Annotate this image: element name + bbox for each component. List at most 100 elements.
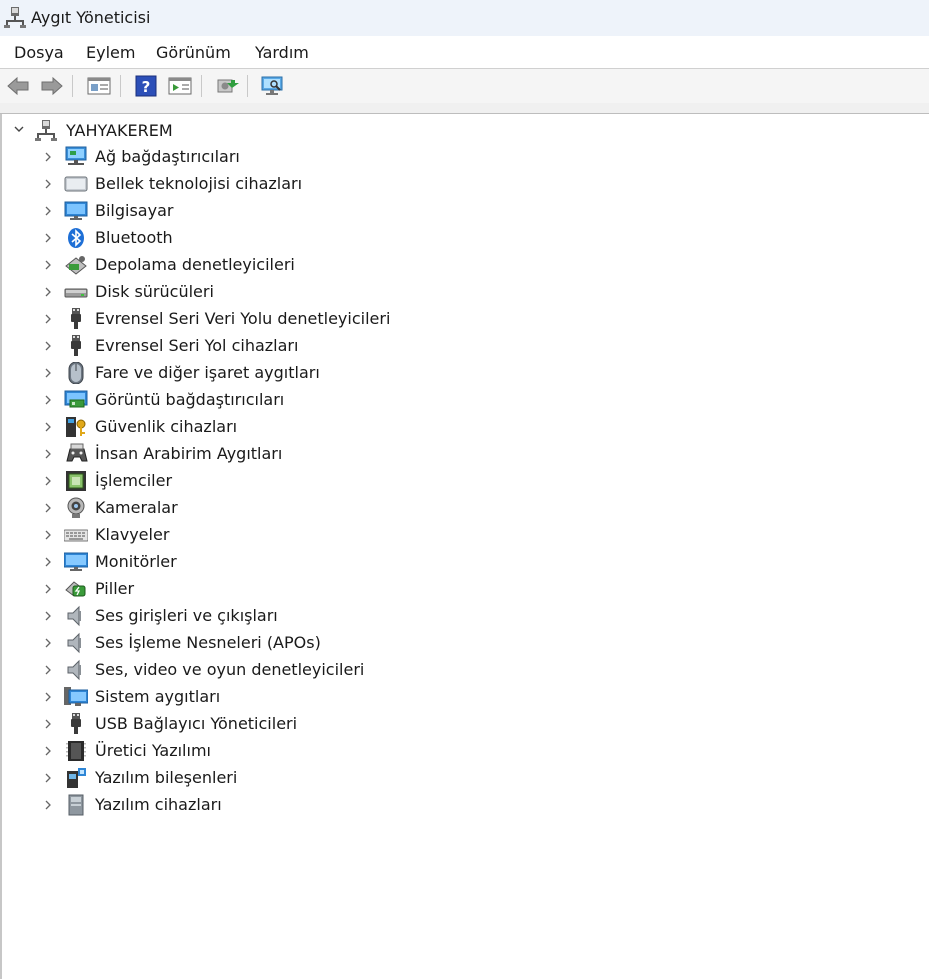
network-adapter-icon bbox=[64, 146, 88, 168]
tree-item[interactable]: Ağ bağdaştırıcıları bbox=[2, 146, 602, 168]
chevron-right-icon[interactable] bbox=[42, 663, 54, 677]
hid-icon bbox=[64, 443, 88, 465]
tree-item-label: Monitörler bbox=[95, 552, 177, 571]
tree-item[interactable]: İnsan Arabirim Aygıtları bbox=[2, 443, 602, 465]
toolbar-separator bbox=[120, 75, 121, 97]
tree-item[interactable]: Kameralar bbox=[2, 497, 602, 519]
tree-item[interactable]: Bellek teknolojisi cihazları bbox=[2, 173, 602, 195]
chevron-right-icon[interactable] bbox=[42, 285, 54, 299]
tree-item[interactable]: Ses, video ve oyun denetleyicileri bbox=[2, 659, 602, 681]
tree-item[interactable]: Depolama denetleyicileri bbox=[2, 254, 602, 276]
chevron-right-icon[interactable] bbox=[42, 366, 54, 380]
tree-item[interactable]: İşlemciler bbox=[2, 470, 602, 492]
tree-item-label: Sistem aygıtları bbox=[95, 687, 221, 706]
chevron-right-icon[interactable] bbox=[42, 177, 54, 191]
usb-icon bbox=[64, 713, 88, 735]
tree-item-label: Yazılım cihazları bbox=[95, 795, 222, 814]
computer-network-icon bbox=[35, 119, 57, 141]
tree-item[interactable]: USB Bağlayıcı Yöneticileri bbox=[2, 713, 602, 735]
chevron-right-icon[interactable] bbox=[42, 150, 54, 164]
tree-item[interactable]: Yazılım bileşenleri bbox=[2, 767, 602, 789]
tree-item-label: Disk sürücüleri bbox=[95, 282, 214, 301]
menu-gorunum[interactable]: Görünüm bbox=[156, 43, 231, 62]
chevron-right-icon[interactable] bbox=[42, 204, 54, 218]
chevron-right-icon[interactable] bbox=[42, 690, 54, 704]
chevron-right-icon[interactable] bbox=[42, 231, 54, 245]
update-driver-icon[interactable] bbox=[214, 74, 240, 98]
chevron-right-icon[interactable] bbox=[42, 582, 54, 596]
chevron-right-icon[interactable] bbox=[42, 717, 54, 731]
tree-item-label: Bilgisayar bbox=[95, 201, 174, 220]
storage-controller-icon bbox=[64, 254, 88, 276]
tree-item[interactable]: Monitörler bbox=[2, 551, 602, 573]
chevron-right-icon[interactable] bbox=[42, 393, 54, 407]
chevron-right-icon[interactable] bbox=[42, 528, 54, 542]
device-tree[interactable]: YAHYAKEREM Ağ bağdaştırıcıları Bellek tek… bbox=[0, 114, 929, 979]
chevron-right-icon[interactable] bbox=[42, 771, 54, 785]
action-pane-icon[interactable] bbox=[167, 74, 193, 98]
security-device-icon bbox=[64, 416, 88, 438]
tree-item[interactable]: Ses girişleri ve çıkışları bbox=[2, 605, 602, 627]
toolbar-separator bbox=[247, 75, 248, 97]
chevron-right-icon[interactable] bbox=[42, 636, 54, 650]
chevron-right-icon[interactable] bbox=[42, 555, 54, 569]
chevron-right-icon[interactable] bbox=[42, 474, 54, 488]
tree-item-label: Klavyeler bbox=[95, 525, 170, 544]
back-icon[interactable] bbox=[5, 74, 31, 98]
menu-dosya[interactable]: Dosya bbox=[14, 43, 64, 62]
help-icon[interactable]: ? bbox=[133, 74, 159, 98]
tree-item-label: Evrensel Seri Yol cihazları bbox=[95, 336, 299, 355]
tree-item[interactable]: Evrensel Seri Yol cihazları bbox=[2, 335, 602, 357]
tree-item[interactable]: Disk sürücüleri bbox=[2, 281, 602, 303]
chevron-right-icon[interactable] bbox=[42, 420, 54, 434]
chevron-right-icon[interactable] bbox=[42, 609, 54, 623]
tree-item-label: Bellek teknolojisi cihazları bbox=[95, 174, 303, 193]
toolbar: ? bbox=[0, 69, 929, 103]
tree-root-label: YAHYAKEREM bbox=[66, 121, 173, 140]
software-component-icon bbox=[64, 767, 88, 789]
tree-root[interactable]: YAHYAKEREM bbox=[2, 119, 402, 141]
memory-device-icon bbox=[64, 173, 88, 195]
chevron-right-icon[interactable] bbox=[42, 501, 54, 515]
window-title: Aygıt Yöneticisi bbox=[31, 8, 151, 27]
tree-item[interactable]: Fare ve diğer işaret aygıtları bbox=[2, 362, 602, 384]
battery-icon bbox=[64, 578, 88, 600]
chevron-down-icon[interactable] bbox=[12, 122, 26, 136]
computer-icon bbox=[64, 200, 88, 222]
chevron-right-icon[interactable] bbox=[42, 312, 54, 326]
tree-item-label: Bluetooth bbox=[95, 228, 173, 247]
tree-item[interactable]: Görüntü bağdaştırıcıları bbox=[2, 389, 602, 411]
chevron-right-icon[interactable] bbox=[42, 447, 54, 461]
tree-item-label: Evrensel Seri Veri Yolu denetleyicileri bbox=[95, 309, 391, 328]
tree-item[interactable]: Evrensel Seri Veri Yolu denetleyicileri bbox=[2, 308, 602, 330]
tree-item[interactable]: Yazılım cihazları bbox=[2, 794, 602, 816]
monitor-icon bbox=[64, 551, 88, 573]
chevron-right-icon[interactable] bbox=[42, 258, 54, 272]
display-adapter-icon bbox=[64, 389, 88, 411]
tree-item[interactable]: Sistem aygıtları bbox=[2, 686, 602, 708]
tree-item-label: Ses, video ve oyun denetleyicileri bbox=[95, 660, 365, 679]
tree-item-label: Görüntü bağdaştırıcıları bbox=[95, 390, 285, 409]
properties-pane-icon[interactable] bbox=[86, 74, 112, 98]
speaker-icon bbox=[64, 659, 88, 681]
toolbar-divider bbox=[0, 103, 929, 114]
menu-yardim[interactable]: Yardım bbox=[255, 43, 309, 62]
menu-eylem[interactable]: Eylem bbox=[86, 43, 135, 62]
tree-item[interactable]: Ses İşleme Nesneleri (APOs) bbox=[2, 632, 602, 654]
tree-item[interactable]: Bilgisayar bbox=[2, 200, 602, 222]
tree-item[interactable]: Üretici Yazılımı bbox=[2, 740, 602, 762]
chevron-right-icon[interactable] bbox=[42, 744, 54, 758]
tree-item-label: Depolama denetleyicileri bbox=[95, 255, 295, 274]
forward-icon[interactable] bbox=[39, 74, 65, 98]
usb-icon bbox=[64, 308, 88, 330]
speaker-icon bbox=[64, 605, 88, 627]
scan-hardware-icon[interactable] bbox=[260, 74, 286, 98]
tree-item[interactable]: Bluetooth bbox=[2, 227, 602, 249]
tree-item[interactable]: Güvenlik cihazları bbox=[2, 416, 602, 438]
usb-icon bbox=[64, 335, 88, 357]
chevron-right-icon[interactable] bbox=[42, 339, 54, 353]
tree-item[interactable]: Klavyeler bbox=[2, 524, 602, 546]
tree-item[interactable]: Piller bbox=[2, 578, 602, 600]
chevron-right-icon[interactable] bbox=[42, 798, 54, 812]
processor-icon bbox=[64, 470, 88, 492]
